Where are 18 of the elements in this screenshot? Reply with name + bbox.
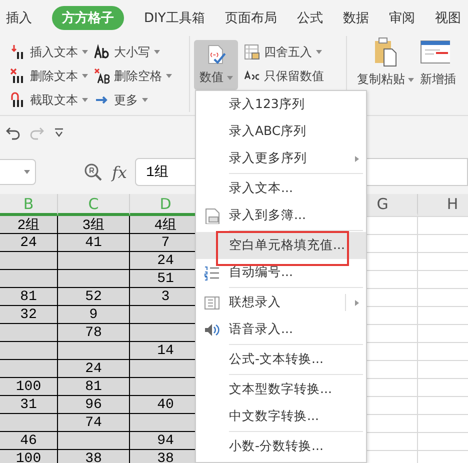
table-cell: 9 [58, 306, 130, 324]
table-cell: 31 [0, 396, 58, 414]
table-cell: 52 [58, 288, 130, 306]
table-cell: 100 [0, 378, 58, 396]
table-cell: 74 [58, 414, 130, 432]
table-cell: 2组 [0, 216, 58, 234]
table-cell: 78 [58, 324, 130, 342]
table-cell: 24 [58, 360, 130, 378]
table-cell: 24 [0, 234, 58, 252]
table-cell: 32 [0, 306, 58, 324]
table-cell: 46 [0, 432, 58, 450]
table-cell: 96 [58, 396, 130, 414]
table-cell: 100 [0, 450, 58, 463]
table-cell: 41 [58, 234, 130, 252]
table-cell: 81 [58, 378, 130, 396]
table-cell: 38 [58, 450, 130, 463]
table-cell: 3组 [58, 216, 130, 234]
table-cell: 81 [0, 288, 58, 306]
